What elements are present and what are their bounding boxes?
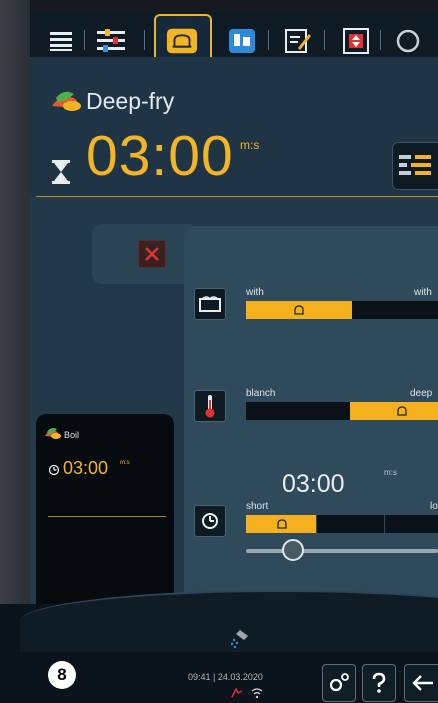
- connectivity-off-icon: [231, 687, 243, 698]
- close-icon: [145, 247, 159, 261]
- time-slider[interactable]: [246, 515, 438, 533]
- steam-icon[interactable]: [340, 26, 372, 56]
- time-fine-adjust-track[interactable]: [246, 549, 438, 553]
- toolbar-separator: [268, 30, 269, 50]
- device-frame: Deep-fry 03:00 m:s with with blanch deep…: [0, 0, 438, 703]
- moisture-icon: [194, 288, 226, 320]
- secondary-mode-timer: 03:00: [63, 458, 109, 478]
- close-button[interactable]: [138, 240, 166, 268]
- temperature-slider-fill: [350, 402, 438, 420]
- toolbar-separator: [144, 30, 145, 50]
- moisture-label-right: with: [414, 287, 432, 298]
- back-button[interactable]: [404, 664, 438, 702]
- cooking-mode-icon: [294, 305, 304, 315]
- settings-sliders-icon[interactable]: [96, 26, 128, 56]
- track-segment-divider: [316, 515, 317, 533]
- question-mark-icon: [372, 672, 386, 693]
- cooking-mode-icon: [397, 406, 407, 416]
- time-slider-fill: [246, 515, 317, 533]
- edit-icon[interactable]: [282, 26, 314, 56]
- track-segment-divider: [384, 515, 385, 533]
- secondary-mode-title: Boil: [64, 430, 80, 440]
- secondary-progress-line: [48, 516, 166, 517]
- cooking-mode-icon[interactable]: [166, 26, 198, 56]
- program-settings-icon: [399, 155, 431, 175]
- temperature-label-left: blanch: [246, 388, 276, 399]
- moisture-slider-fill: [246, 301, 352, 319]
- header-divider: [36, 196, 438, 197]
- time-label-right: lo: [430, 501, 438, 512]
- program-settings-button[interactable]: [392, 142, 438, 190]
- status-datetime: 09:41 | 24.03.2020: [188, 672, 263, 682]
- settings-button[interactable]: [322, 664, 356, 702]
- help-button[interactable]: [362, 664, 396, 702]
- moisture-slider[interactable]: [246, 301, 438, 319]
- timer-icon: [194, 505, 226, 537]
- mode-title: Deep-fry: [86, 88, 175, 114]
- temperature-label-right: deep: [410, 388, 433, 399]
- circle-icon[interactable]: [392, 26, 424, 56]
- page-number-badge: 8: [48, 661, 76, 689]
- wifi-icon: [251, 688, 263, 695]
- time-setting-unit: m:s: [384, 468, 397, 477]
- list-icon[interactable]: [46, 26, 78, 56]
- status-icons: [230, 686, 266, 703]
- timer-icon: [48, 463, 60, 481]
- main-timer[interactable]: 03:00: [86, 124, 234, 188]
- program-icon[interactable]: [226, 26, 258, 56]
- timer-unit: m:s: [240, 138, 260, 152]
- vegetables-icon: [44, 426, 62, 445]
- vegetables-icon: [50, 88, 84, 117]
- temperature-slider[interactable]: [246, 402, 438, 420]
- time-label-left: short: [246, 501, 269, 512]
- toolbar-separator: [380, 30, 381, 50]
- secondary-timer-unit: m:s: [120, 460, 130, 466]
- cooking-mode-icon: [276, 519, 287, 529]
- toolbar-separator: [324, 30, 325, 50]
- hourglass-icon: [52, 160, 70, 189]
- arrow-left-icon: [411, 675, 433, 691]
- moisture-label-left: with: [246, 287, 264, 298]
- time-setting-value[interactable]: 03:00: [282, 470, 345, 499]
- time-fine-adjust-knob[interactable]: [282, 539, 304, 561]
- cleaning-shower-icon: [228, 628, 250, 655]
- toolbar-separator: [84, 30, 85, 50]
- thermometer-icon: [194, 390, 226, 422]
- gears-icon: [329, 673, 349, 692]
